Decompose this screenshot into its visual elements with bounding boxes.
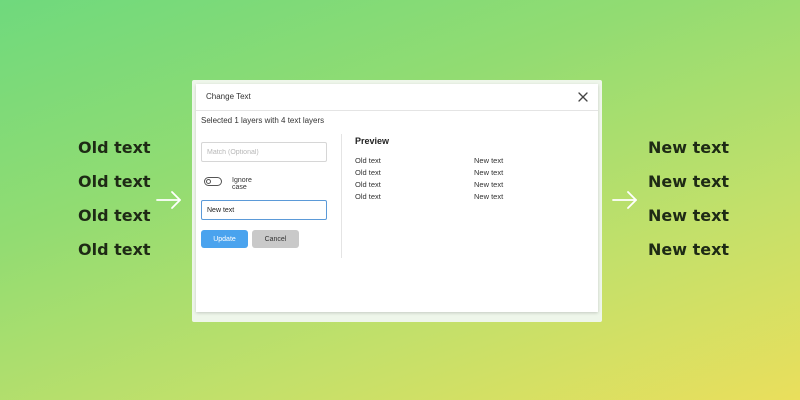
old-text-label: Old text (78, 172, 151, 191)
preview-new-text: New text (474, 192, 504, 201)
cancel-button[interactable]: Cancel (252, 230, 299, 248)
preview-old-text: Old text (355, 156, 381, 165)
selection-summary: Selected 1 layers with 4 text layers (201, 116, 325, 125)
preview-row: Old text New text (355, 156, 555, 168)
dialog-title: Change Text (206, 92, 251, 101)
match-input[interactable] (201, 142, 327, 162)
preview-new-text: New text (474, 168, 504, 177)
new-text-label: New text (648, 138, 730, 157)
ignore-case-toggle[interactable] (204, 177, 222, 186)
preview-new-text: New text (474, 156, 504, 165)
arrow-right-icon (156, 191, 181, 209)
preview-row: Old text New text (355, 180, 555, 192)
preview-old-text: Old text (355, 192, 381, 201)
old-text-label: Old text (78, 240, 151, 259)
dialog-header: Change Text (196, 84, 598, 111)
panel-divider (341, 134, 342, 258)
new-text-label: New text (648, 240, 730, 259)
new-text-label: New text (648, 206, 730, 225)
preview-row: Old text New text (355, 192, 555, 204)
preview-title: Preview (355, 136, 390, 146)
toggle-knob (206, 179, 211, 184)
ignore-case-label: Ignore case (232, 177, 252, 191)
old-text-label: Old text (78, 138, 151, 157)
preview-old-text: Old text (355, 180, 381, 189)
old-text-label: Old text (78, 206, 151, 225)
new-text-label: New text (648, 172, 730, 191)
arrow-right-icon (612, 191, 637, 209)
update-button[interactable]: Update (201, 230, 248, 248)
close-icon[interactable] (576, 90, 590, 104)
old-text-column: Old text Old text Old text Old text (78, 138, 151, 260)
new-text-column: New text New text New text New text (648, 138, 729, 260)
change-text-dialog: Change Text Selected 1 layers with 4 tex… (196, 84, 598, 312)
preview-row: Old text New text (355, 168, 555, 180)
preview-list: Old text New text Old text New text Old … (355, 156, 555, 204)
preview-new-text: New text (474, 180, 504, 189)
replace-text-input[interactable] (201, 200, 327, 220)
preview-old-text: Old text (355, 168, 381, 177)
